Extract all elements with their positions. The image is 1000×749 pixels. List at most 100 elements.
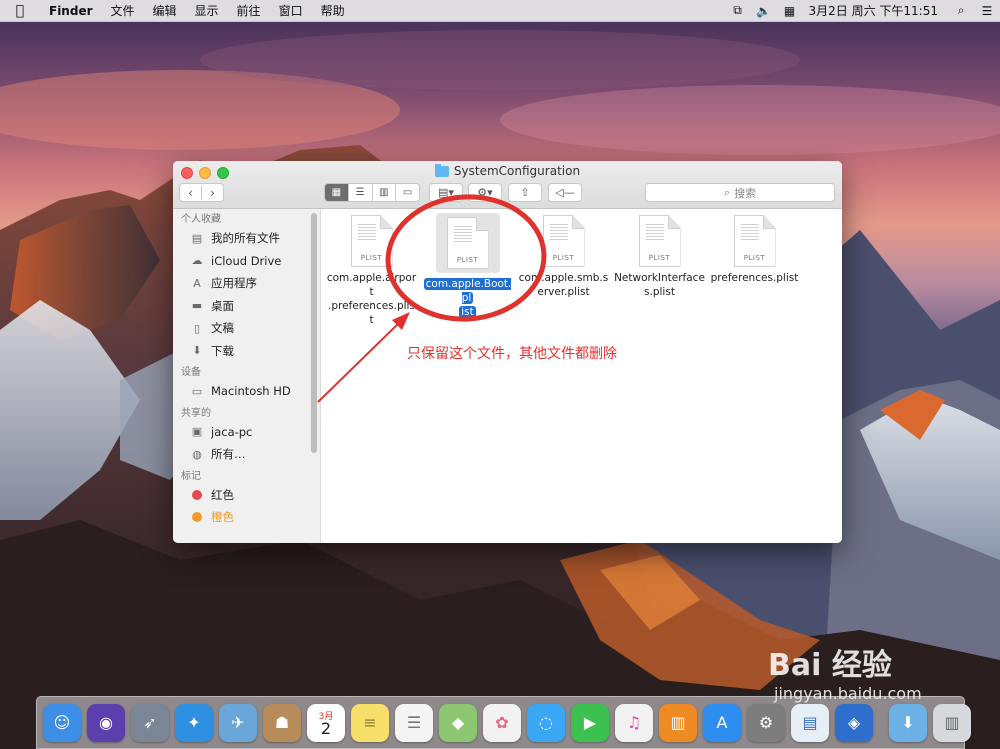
downloads-icon: ⬇ (192, 344, 202, 358)
folder-icon[interactable]: ⬇ (889, 703, 927, 742)
sidebar-item-applications[interactable]: A 应用程序 (173, 272, 320, 295)
calendar-day: 2 (320, 718, 332, 738)
nav-buttons: ‹ › (179, 183, 224, 202)
all-files-icon: ▤ (191, 231, 203, 245)
plist-file-icon: PLIST (350, 215, 393, 267)
sidebar-item-label: 所有… (211, 447, 246, 462)
app-icon[interactable]: ◈ (835, 703, 873, 742)
system-preferences-icon[interactable]: ⚙ (747, 703, 785, 742)
screen-mirroring-icon[interactable]: ⧉ (725, 3, 751, 18)
safari-icon[interactable]: ✦ (175, 703, 213, 742)
view-mode-group: ▦ ☰ ▥ ▭ (324, 183, 420, 202)
finder-icon[interactable]: ☺ (43, 703, 81, 742)
photos-icon[interactable]: ✿ (483, 703, 521, 742)
window-title-text: SystemConfiguration (453, 164, 581, 178)
menu-help[interactable]: 帮助 (312, 2, 354, 19)
plist-file-icon: PLIST (733, 215, 776, 267)
apple-icon[interactable]:  (0, 3, 40, 19)
reminders-icon[interactable]: ☰ (395, 703, 433, 742)
sidebar-item-macintosh-hd[interactable]: ▭ Macintosh HD (173, 380, 320, 403)
messages-icon[interactable]: ◌ (527, 703, 565, 742)
file-item[interactable]: PLIST com.apple.smb.s erver.plist (516, 213, 611, 299)
menu-clock[interactable]: 3月2日 周六 下午11:51 (803, 2, 948, 19)
sidebar-scrollbar[interactable] (311, 213, 317, 453)
list-icon[interactable]: ☰ (974, 4, 1000, 18)
window-titlebar: SystemConfiguration ‹ › ▦ ☰ ▥ ▭ ▤▾ ⚙▾ ⇧ … (173, 161, 842, 209)
menu-go[interactable]: 前往 (228, 2, 270, 19)
share-button[interactable]: ⇧ (508, 183, 542, 202)
desktop-icon: ▬ (191, 299, 203, 313)
sidebar-item-jaca-pc[interactable]: ▣ jaca-pc (173, 421, 320, 444)
computer-icon: ▣ (191, 425, 203, 439)
sidebar-heading-favorites: 个人收藏 (181, 214, 221, 225)
dock: ☺ ◉ ➶ ✦ ✈ ☗ 3月 2 ≡ ☰ ◆ ✿ ◌ ▶ ♫ ▥ A ⚙ ▤ ◈… (36, 696, 971, 749)
sidebar-item-desktop[interactable]: ▬ 桌面 (173, 295, 320, 318)
ibooks-icon[interactable]: ▥ (659, 703, 697, 742)
file-name: com.apple.smb.s erver.plist (518, 272, 609, 298)
app-store-icon[interactable]: A (703, 703, 741, 742)
facetime-icon[interactable]: ▶ (571, 703, 609, 742)
menu-window[interactable]: 窗口 (270, 2, 312, 19)
sidebar-heading-tags: 标记 (181, 470, 201, 482)
search-icon[interactable]: ⌕ (948, 3, 974, 18)
notes-icon[interactable]: ≡ (351, 703, 389, 742)
sidebar-item-label: 应用程序 (211, 276, 257, 291)
file-item[interactable]: PLIST com.apple.airport .preferences.plis… (324, 213, 419, 327)
sidebar-item-all-shared[interactable]: ◍ 所有… (173, 443, 320, 466)
search-field[interactable]: ⌕ 搜索 (645, 183, 835, 202)
sidebar-item-documents[interactable]: ▯ 文稿 (173, 317, 320, 340)
sidebar-item-label: 橙色 (211, 510, 234, 525)
launchpad-icon[interactable]: ➶ (131, 703, 169, 742)
sidebar-tag-orange[interactable]: 橙色 (173, 506, 320, 529)
maps-icon[interactable]: ◆ (439, 703, 477, 742)
arrange-button[interactable]: ▤▾ (429, 183, 463, 202)
sidebar-tag-red[interactable]: 红色 (173, 484, 320, 507)
contacts-icon[interactable]: ☗ (263, 703, 301, 742)
applications-icon: A (193, 276, 201, 290)
menu-view[interactable]: 显示 (186, 2, 228, 19)
sidebar-item-all-files[interactable]: ▤ 我的所有文件 (173, 227, 320, 250)
sidebar-item-downloads[interactable]: ⬇ 下载 (173, 340, 320, 363)
folder-icon (434, 163, 449, 177)
action-gear-button[interactable]: ⚙▾ (468, 183, 502, 202)
file-item[interactable]: PLIST preferences.plist (707, 213, 802, 285)
file-name: NetworkInterface s.plist (614, 272, 705, 298)
trash-icon[interactable]: ▥ (933, 703, 971, 742)
plist-file-icon: PLIST (542, 215, 585, 267)
sidebar-item-icloud-drive[interactable]: ☁ iCloud Drive (173, 250, 320, 273)
file-name: preferences.plist (710, 272, 799, 284)
column-view-button[interactable]: ▥ (373, 184, 397, 201)
menu-file[interactable]: 文件 (102, 2, 144, 19)
plist-file-icon: PLIST (446, 217, 489, 269)
icon-view-button[interactable]: ▦ (325, 184, 349, 201)
itunes-icon[interactable]: ♫ (615, 703, 653, 742)
sidebar-item-label: 下载 (211, 343, 234, 358)
file-icon-view: PLIST com.apple.airport .preferences.plis… (322, 209, 842, 543)
window-title: SystemConfiguration (173, 163, 842, 178)
mail-icon[interactable]: ✈ (219, 703, 257, 742)
menu-app-name[interactable]: Finder (40, 4, 102, 18)
preview-icon[interactable]: ▤ (791, 703, 829, 742)
file-item-selected[interactable]: PLIST com.apple.Boot.pl ist (420, 213, 515, 319)
sidebar: 个人收藏 ▤ 我的所有文件 ☁ iCloud Drive A 应用程序 ▬ 桌面… (173, 209, 321, 543)
input-method-icon[interactable]: ▦ (777, 4, 803, 18)
menu-bar:  Finder 文件 编辑 显示 前往 窗口 帮助 ⧉ 🔈 ▦ 3月2日 周六… (0, 0, 1000, 22)
search-placeholder: 搜索 (734, 186, 757, 200)
sidebar-item-label: 桌面 (211, 298, 234, 313)
siri-icon[interactable]: ◉ (87, 703, 125, 742)
file-name: com.apple.airport .preferences.plist (326, 272, 417, 326)
back-button[interactable]: ‹ (180, 185, 202, 200)
tag-button[interactable]: ◁— (548, 183, 582, 202)
cloud-icon: ☁ (191, 254, 203, 268)
sidebar-item-label: Macintosh HD (211, 384, 291, 399)
cover-flow-button[interactable]: ▭ (396, 184, 419, 201)
file-item[interactable]: PLIST NetworkInterface s.plist (612, 213, 707, 299)
annotation-text: 只保留这个文件，其他文件都删除 (407, 346, 617, 362)
menu-edit[interactable]: 编辑 (144, 2, 186, 19)
tag-color-dot (192, 489, 202, 500)
calendar-icon[interactable]: 3月 2 (307, 703, 345, 742)
forward-button[interactable]: › (202, 186, 223, 200)
volume-icon[interactable]: 🔈 (751, 4, 777, 18)
file-name: com.apple.Boot.pl ist (423, 278, 512, 318)
list-view-button[interactable]: ☰ (349, 184, 373, 201)
